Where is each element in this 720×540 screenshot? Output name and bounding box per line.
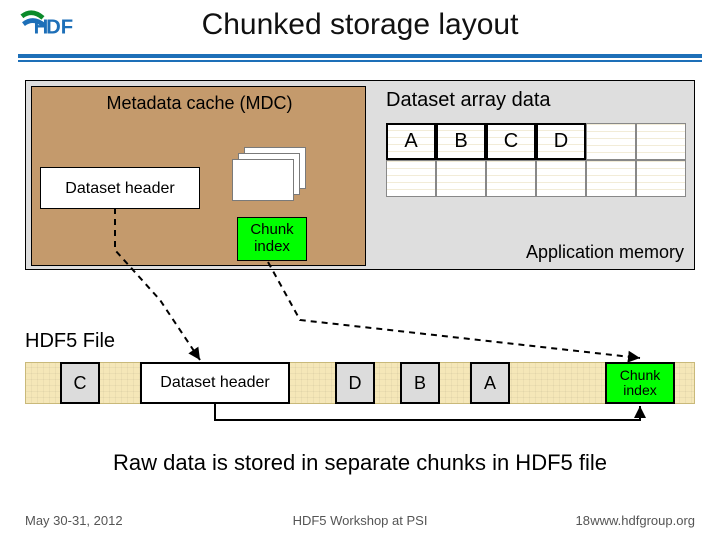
slide-footer: May 30-31, 2012 HDF5 Workshop at PSI 18 … bbox=[0, 510, 720, 540]
file-chunk-b: B bbox=[400, 362, 440, 404]
metadata-cache-box: Metadata cache (MDC) Dataset header Chun… bbox=[31, 86, 366, 266]
chunk-d: D bbox=[536, 123, 586, 160]
application-memory-label: Application memory bbox=[526, 242, 684, 263]
cache-pages-stack bbox=[232, 147, 306, 199]
chunk-c: C bbox=[486, 123, 536, 160]
grid-cell bbox=[486, 160, 536, 197]
grid-cell bbox=[536, 160, 586, 197]
grid-cell bbox=[386, 160, 436, 197]
footer-url: www.hdfgroup.org bbox=[590, 513, 695, 528]
chunk-index-box: Chunk index bbox=[237, 217, 307, 261]
file-chunk-a: A bbox=[470, 362, 510, 404]
grid-cell bbox=[436, 160, 486, 197]
grid-cell bbox=[636, 123, 686, 160]
dataset-array-grid: A B C D bbox=[386, 123, 686, 197]
hdf5-file-label: HDF5 File bbox=[25, 330, 115, 353]
file-chunk-c: C bbox=[60, 362, 100, 404]
slide-caption: Raw data is stored in separate chunks in… bbox=[0, 450, 720, 476]
divider-2 bbox=[18, 60, 702, 62]
grid-cell bbox=[636, 160, 686, 197]
file-chunk-index: Chunk index bbox=[605, 362, 675, 404]
dataset-header-box: Dataset header bbox=[40, 167, 200, 209]
chunk-b: B bbox=[436, 123, 486, 160]
divider-1 bbox=[18, 54, 702, 58]
chunk-a: A bbox=[386, 123, 436, 160]
mdc-title: Metadata cache (MDC) bbox=[32, 93, 367, 114]
slide-title: Chunked storage layout bbox=[0, 8, 720, 42]
chunk-index-label: Chunk index bbox=[250, 221, 293, 255]
grid-cell bbox=[586, 160, 636, 197]
file-chunk-index-label: Chunk index bbox=[620, 367, 660, 398]
file-dataset-header: Dataset header bbox=[140, 362, 290, 404]
grid-cell bbox=[586, 123, 636, 160]
dataset-array-title: Dataset array data bbox=[386, 89, 676, 112]
file-chunk-d: D bbox=[335, 362, 375, 404]
application-memory-box: Metadata cache (MDC) Dataset header Chun… bbox=[25, 80, 695, 270]
footer-page: 18 bbox=[576, 513, 590, 528]
